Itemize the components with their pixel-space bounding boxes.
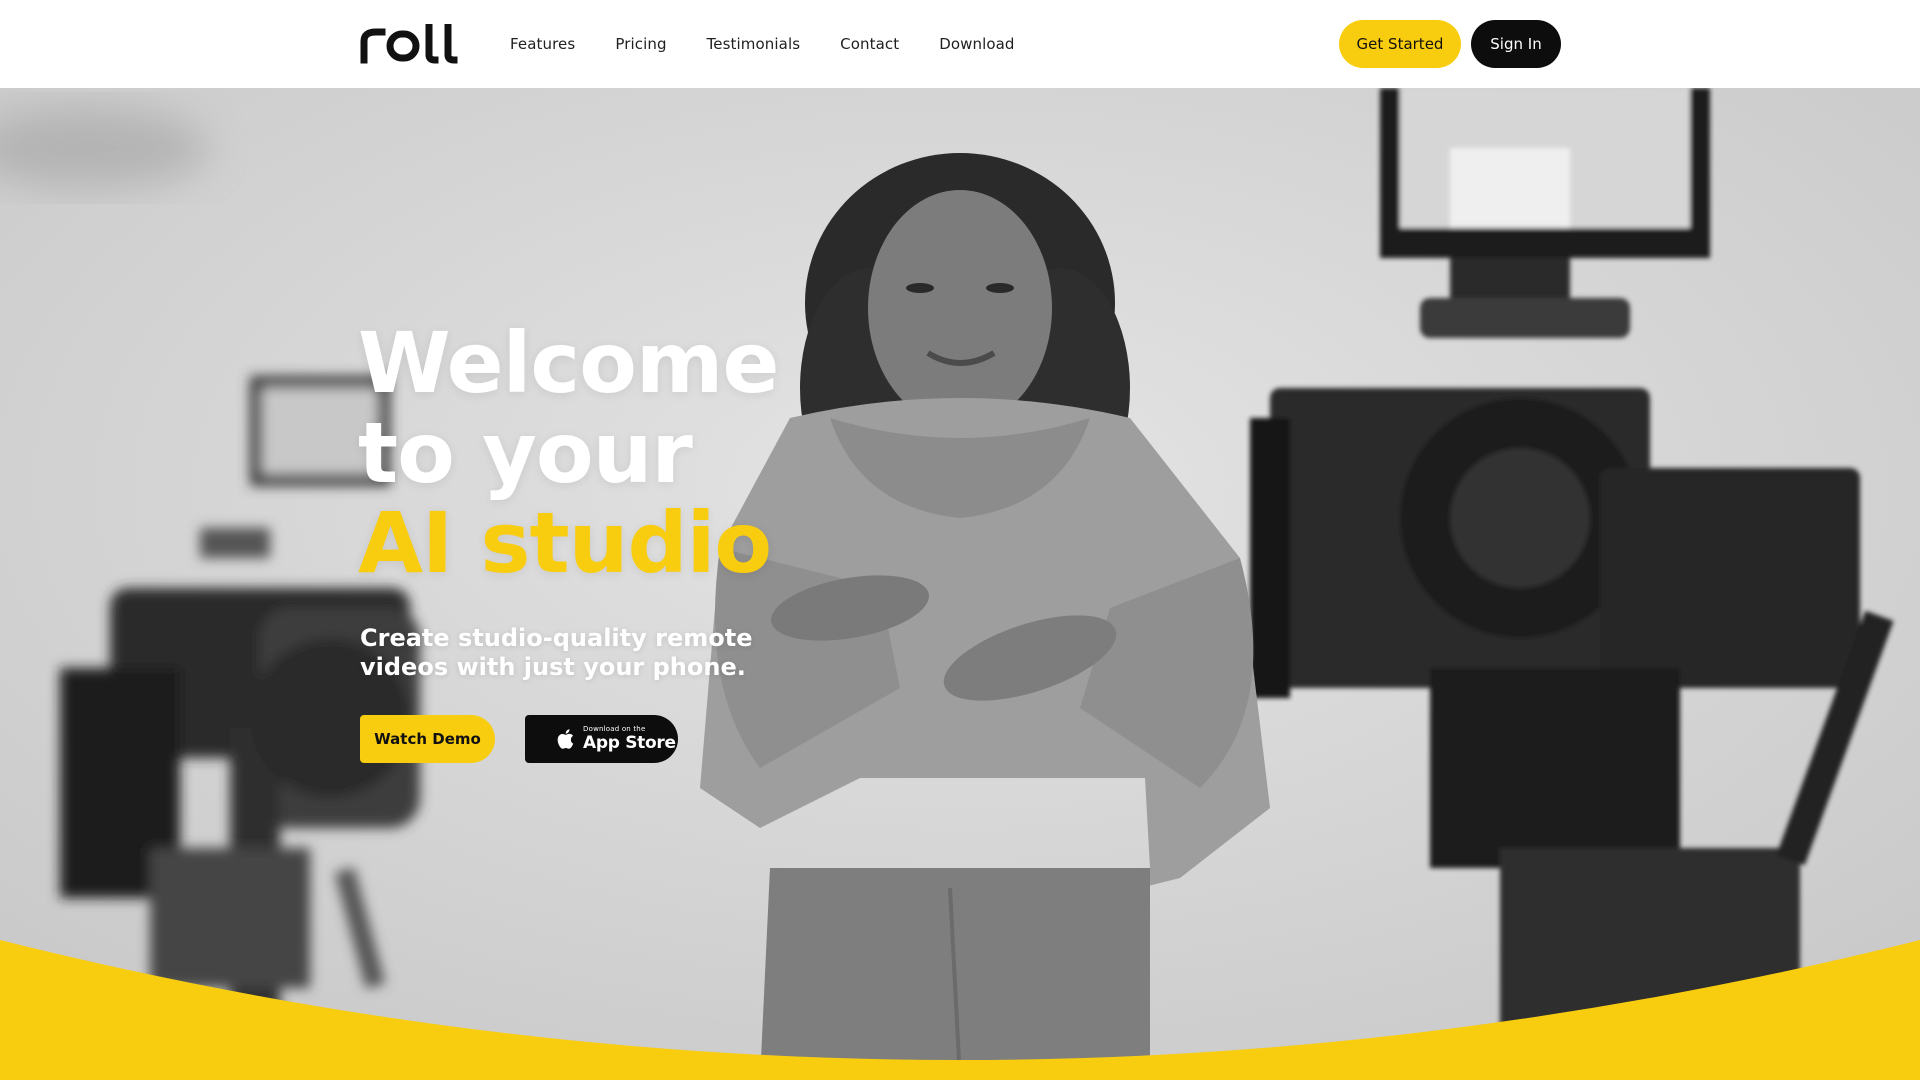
watch-demo-button[interactable]: Watch Demo	[360, 715, 495, 763]
nav-pricing[interactable]: Pricing	[615, 35, 666, 53]
hero-subtitle: Create studio-quality remote videos with…	[360, 624, 753, 681]
headline-line-2: to your	[358, 404, 693, 502]
get-started-button[interactable]: Get Started	[1339, 20, 1461, 68]
nav-testimonials[interactable]: Testimonials	[707, 35, 801, 53]
site-header: Features Pricing Testimonials Contact Do…	[0, 0, 1920, 88]
main-nav: Features Pricing Testimonials Contact Do…	[510, 0, 1055, 88]
roll-logo[interactable]	[358, 24, 462, 64]
app-store-small-label: Download on the	[583, 725, 646, 733]
nav-features[interactable]: Features	[510, 35, 575, 53]
app-store-label: App Store	[583, 733, 676, 753]
headline-accent: AI studio	[358, 494, 772, 592]
apple-icon	[557, 729, 574, 749]
app-store-button[interactable]: Download on the App Store	[525, 715, 678, 763]
hero-headline: Welcome to your AI studio	[358, 318, 818, 588]
nav-download[interactable]: Download	[939, 35, 1014, 53]
sign-in-button[interactable]: Sign In	[1471, 20, 1561, 68]
yellow-wave-divider	[0, 940, 1920, 1080]
hero-section: Welcome to your AI studio Create studio-…	[0, 88, 1920, 1080]
app-store-text: Download on the App Store	[583, 726, 676, 752]
nav-contact[interactable]: Contact	[840, 35, 899, 53]
headline-line-1: Welcome	[358, 314, 779, 412]
